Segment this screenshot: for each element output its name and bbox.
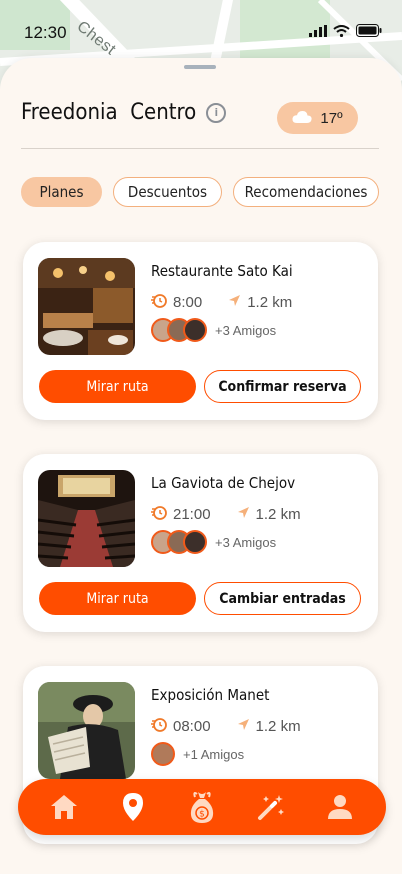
- friend-avatars: [151, 530, 207, 554]
- status-icons: [309, 24, 382, 42]
- tab-recomendaciones[interactable]: Recomendaciones: [233, 177, 379, 207]
- sheet-drag-handle[interactable]: [184, 65, 216, 69]
- view-route-button[interactable]: Mirar ruta: [39, 582, 196, 615]
- friends-count: +3 Amigos: [215, 322, 277, 338]
- weather-badge: 17º: [277, 102, 358, 134]
- plan-name: La Gaviota de Chejov: [151, 474, 296, 492]
- navigation-arrow-icon: [237, 718, 250, 735]
- plan-meta: 08:00 1.2 km: [151, 716, 301, 736]
- plan-card[interactable]: Restaurante Sato Kai 8:00 1.2 km +3 Amig…: [23, 242, 378, 420]
- friend-avatars: [151, 742, 175, 766]
- plan-card[interactable]: La Gaviota de Chejov 21:00 1.2 km +3 Ami…: [23, 454, 378, 632]
- plan-name: Exposición Manet: [151, 686, 270, 704]
- navigation-arrow-icon: [237, 506, 250, 523]
- friend-avatars: [151, 318, 207, 342]
- friends-count: +1 Amigos: [183, 746, 245, 762]
- plan-distance: 1.2 km: [255, 717, 301, 735]
- theater-photo: [38, 470, 135, 567]
- divider: [21, 148, 379, 149]
- friends-row[interactable]: +3 Amigos: [151, 530, 276, 554]
- clock-icon: [151, 716, 167, 736]
- distance: 1.2 km: [237, 506, 301, 523]
- tab-descuentos[interactable]: Descuentos: [113, 177, 222, 207]
- avatar: [183, 318, 207, 342]
- clock-icon: [151, 504, 167, 524]
- plan-distance: 1.2 km: [255, 505, 301, 523]
- status-time: 12:30: [24, 23, 67, 42]
- avatar: [183, 530, 207, 554]
- plan-time: 08:00: [173, 717, 211, 735]
- restaurant-photo: [38, 258, 135, 355]
- bottom-navigation: $: [18, 779, 386, 835]
- plan-name: Restaurante Sato Kai: [151, 262, 293, 280]
- distance: 1.2 km: [228, 294, 292, 311]
- page-title: Freedonia Centro i: [21, 100, 227, 125]
- location-title: Freedonia Centro: [21, 100, 197, 125]
- battery-icon: [356, 24, 382, 42]
- status-bar: 12:30: [0, 0, 402, 64]
- plan-meta: 21:00 1.2 km: [151, 504, 301, 524]
- temperature: 17º: [320, 109, 343, 127]
- plan-meta: 8:00 1.2 km: [151, 292, 292, 312]
- tab-planes[interactable]: Planes: [21, 177, 102, 207]
- location-pin-icon[interactable]: [115, 789, 151, 825]
- distance: 1.2 km: [237, 718, 301, 735]
- category-tabs: Planes Descuentos Recomendaciones: [21, 177, 379, 207]
- plan-time: 21:00: [173, 505, 211, 523]
- navigation-arrow-icon: [228, 294, 241, 311]
- avatar: [151, 742, 175, 766]
- cloud-icon: [292, 110, 312, 127]
- plan-time: 8:00: [173, 293, 203, 311]
- wifi-icon: [333, 24, 350, 42]
- friends-row[interactable]: +1 Amigos: [151, 742, 244, 766]
- confirm-reservation-button[interactable]: Confirmar reserva: [204, 370, 361, 403]
- magic-wand-icon[interactable]: [253, 789, 289, 825]
- svg-text:$: $: [199, 810, 205, 820]
- painting-photo: [38, 682, 135, 779]
- info-icon[interactable]: i: [206, 102, 227, 123]
- profile-icon[interactable]: [322, 789, 358, 825]
- clock-icon: [151, 292, 167, 312]
- plan-distance: 1.2 km: [247, 293, 293, 311]
- change-tickets-button[interactable]: Cambiar entradas: [204, 582, 361, 615]
- friends-row[interactable]: +3 Amigos: [151, 318, 276, 342]
- home-icon[interactable]: [46, 789, 82, 825]
- money-bag-icon[interactable]: $: [184, 789, 220, 825]
- cellular-signal-icon: [309, 24, 327, 42]
- view-route-button[interactable]: Mirar ruta: [39, 370, 196, 403]
- friends-count: +3 Amigos: [215, 534, 277, 550]
